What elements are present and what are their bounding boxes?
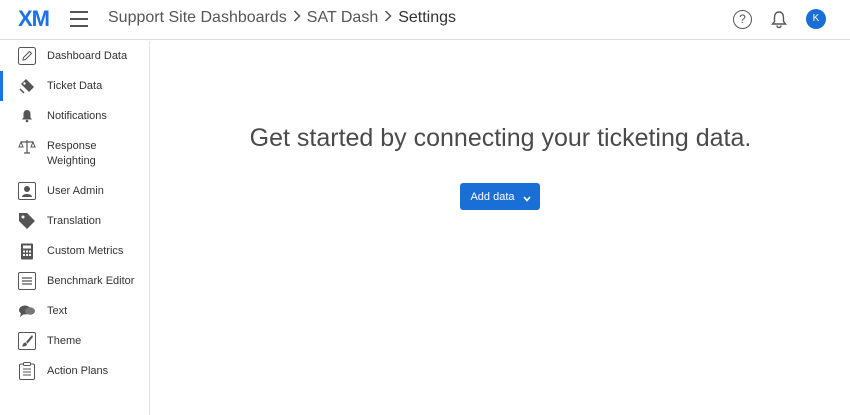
- bell-icon: [18, 107, 36, 125]
- settings-sidebar: Dashboard Data Ticket Data Notifications…: [0, 41, 150, 415]
- notifications-bell-icon[interactable]: [770, 10, 788, 29]
- ticket-tag-icon: [18, 77, 36, 95]
- sidebar-item-label: Translation: [47, 214, 102, 227]
- breadcrumb-current: Settings: [398, 9, 457, 26]
- xm-logo[interactable]: XM: [18, 6, 50, 32]
- sidebar-item-theme[interactable]: Theme: [0, 326, 149, 356]
- sidebar-item-label: Theme: [47, 334, 82, 347]
- sidebar-item-custom-metrics[interactable]: Custom Metrics: [0, 236, 149, 266]
- empty-state-headline: Get started by connecting your ticketing…: [249, 124, 752, 152]
- sidebar-item-label: Benchmark Editor: [47, 274, 135, 287]
- chevron-right-icon: [293, 9, 301, 27]
- sidebar-item-notifications[interactable]: Notifications: [0, 101, 149, 131]
- breadcrumb-dashboards[interactable]: Support Site Dashboards: [108, 9, 287, 26]
- breadcrumb: Support Site Dashboards SAT Dash Setting…: [108, 9, 456, 27]
- sidebar-item-label: Dashboard Data: [47, 49, 128, 62]
- sidebar-item-ticket-data[interactable]: Ticket Data: [0, 71, 149, 101]
- chevron-right-icon: [384, 9, 392, 27]
- sidebar-item-label: User Admin: [47, 184, 104, 197]
- sidebar-item-text[interactable]: Text: [0, 296, 149, 326]
- user-card-icon: [18, 182, 36, 200]
- list-icon: [18, 272, 36, 290]
- sidebar-item-benchmark-editor[interactable]: Benchmark Editor: [0, 266, 149, 296]
- avatar[interactable]: K: [806, 9, 826, 29]
- main-content: Get started by connecting your ticketing…: [151, 41, 850, 415]
- sidebar-item-response-weighting[interactable]: Response Weighting: [0, 131, 149, 176]
- sidebar-item-label: Custom Metrics: [47, 244, 124, 257]
- sidebar-item-action-plans[interactable]: Action Plans: [0, 356, 149, 386]
- breadcrumb-dashboard[interactable]: SAT Dash: [307, 9, 378, 26]
- scale-icon: [18, 138, 36, 156]
- sidebar-item-translation[interactable]: Translation: [0, 206, 149, 236]
- tag-icon: [18, 212, 36, 230]
- paintbrush-icon: [18, 332, 36, 350]
- sidebar-item-dashboard-data[interactable]: Dashboard Data: [0, 41, 149, 71]
- clipboard-icon: [18, 362, 36, 380]
- chevron-down-icon: [522, 193, 531, 202]
- menu-icon[interactable]: [70, 11, 88, 27]
- add-data-button[interactable]: Add data: [460, 183, 540, 210]
- top-bar: XM Support Site Dashboards SAT Dash Sett…: [0, 0, 850, 40]
- sidebar-item-label: Ticket Data: [47, 79, 103, 92]
- sidebar-item-user-admin[interactable]: User Admin: [0, 176, 149, 206]
- help-icon[interactable]: ?: [733, 10, 752, 29]
- sidebar-item-label: Response Weighting: [47, 139, 97, 167]
- sidebar-item-label: Notifications: [47, 109, 107, 122]
- calculator-icon: [18, 242, 36, 260]
- add-data-label: Add data: [470, 190, 515, 203]
- pencil-icon: [18, 47, 36, 65]
- sidebar-item-label: Action Plans: [47, 364, 109, 377]
- chat-bubbles-icon: [18, 302, 36, 320]
- sidebar-item-label: Text: [47, 304, 68, 317]
